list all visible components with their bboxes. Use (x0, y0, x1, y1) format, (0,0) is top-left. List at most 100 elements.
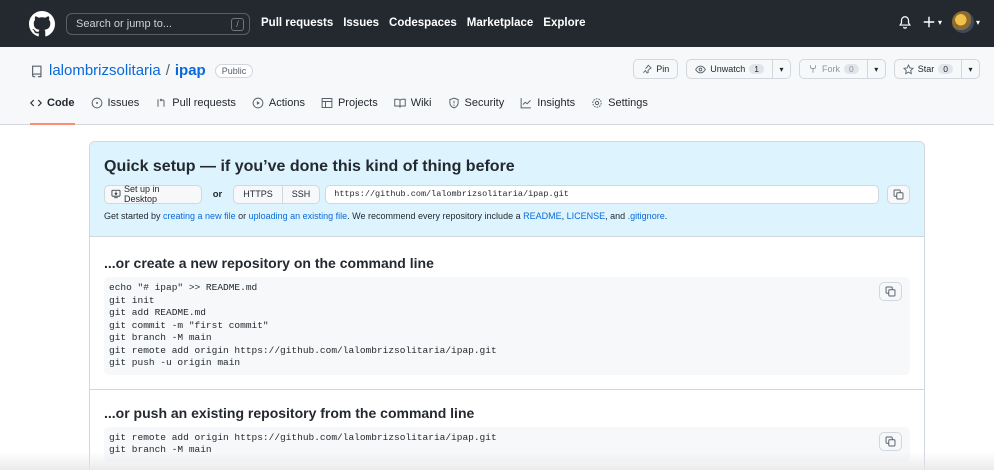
pin-button-body: Pin (634, 60, 677, 78)
new-repo-title: ...or create a new repository on the com… (104, 255, 434, 271)
ssh-button[interactable]: SSH (281, 184, 321, 204)
repo-header: lalombrizsolitaria / ipap Public Pin Unw… (0, 47, 994, 125)
tab-pull-requests[interactable]: Pull requests (155, 95, 236, 125)
setup-in-desktop-button[interactable]: Set up in Desktop (104, 184, 202, 204)
shield-icon (448, 97, 459, 109)
top-nav-codespaces[interactable]: Codespaces (389, 17, 457, 29)
unwatch-label: Unwatch (710, 64, 746, 74)
caret-down-icon[interactable]: ▾ (866, 60, 885, 78)
copy-push-commands-button[interactable] (879, 431, 902, 451)
bell-icon[interactable] (898, 15, 912, 29)
tab-issues[interactable]: Issues (91, 95, 140, 125)
star-label: Star (917, 64, 935, 74)
tab-label: Settings (608, 97, 648, 109)
readme-link[interactable]: README (523, 211, 562, 221)
code-line: git push -u origin main (109, 357, 241, 368)
upload-file-link[interactable]: uploading an existing file (249, 211, 348, 221)
pin-icon (643, 64, 653, 74)
plus-icon (923, 16, 935, 28)
tab-projects[interactable]: Projects (321, 95, 378, 125)
hint-text: or (235, 211, 249, 221)
protocol-toggle: HTTPS SSH (233, 184, 321, 204)
https-button[interactable]: HTTPS (233, 184, 282, 204)
graph-icon (520, 98, 532, 109)
tab-label: Insights (537, 97, 576, 109)
fork-count: 0 (844, 64, 859, 74)
repo-tabs: Code Issues Pull requests Actions Projec… (30, 95, 648, 125)
clone-url-input[interactable] (325, 184, 880, 204)
clone-row: Set up in Desktop or HTTPS SSH (104, 184, 910, 204)
top-nav-issues[interactable]: Issues (343, 17, 379, 29)
hint-text: . We recommend every repository include … (347, 211, 524, 221)
star-icon (902, 63, 914, 74)
eye-icon (695, 65, 707, 73)
tab-label: Projects (337, 97, 378, 109)
hint-text: , and (605, 211, 628, 221)
caret-down-icon[interactable]: ▾ (961, 60, 979, 78)
create-new-menu[interactable]: ▾ (922, 15, 942, 29)
tab-code[interactable]: Code (30, 95, 75, 125)
code-line: git commit -m "first commit" (109, 319, 269, 331)
repo-owner-link[interactable]: lalombrizsolitaria (49, 62, 161, 79)
unwatch-button[interactable]: Unwatch 1 ▾ (686, 59, 792, 79)
tab-insights[interactable]: Insights (520, 95, 575, 125)
star-count: 0 (938, 64, 953, 74)
hint-text: . (664, 211, 668, 221)
tab-settings[interactable]: Settings (591, 95, 648, 125)
table-icon (321, 98, 333, 108)
tab-wiki[interactable]: Wiki (393, 95, 432, 125)
copy-url-button[interactable] (887, 184, 910, 204)
top-nav-marketplace[interactable]: Marketplace (467, 17, 533, 29)
repo-actions: Pin Unwatch 1 ▾ Fork 0 ▾ Star 0 ▾ (633, 59, 980, 79)
repo-separator: / (165, 62, 170, 79)
create-new-file-link[interactable]: creating a new file (163, 211, 236, 221)
user-menu[interactable]: ▾ (951, 11, 980, 33)
fork-button-body: Fork 0 (800, 60, 867, 78)
top-nav: Pull requests Issues Codespaces Marketpl… (261, 17, 585, 29)
push-existing-section: ...or push an existing repository from t… (90, 388, 924, 462)
bottom-fade (0, 452, 994, 470)
new-repo-section: ...or create a new repository on the com… (90, 237, 924, 375)
code-line: git branch -M main (109, 332, 212, 343)
tab-label: Issues (107, 97, 140, 109)
quick-setup-panel: Quick setup — if you’ve done this kind o… (90, 142, 924, 237)
license-link[interactable]: LICENSE (567, 211, 606, 221)
tab-label: Code (47, 97, 75, 109)
copy-icon (885, 286, 896, 297)
caret-down-icon: ▾ (937, 17, 942, 27)
star-button[interactable]: Star 0 ▾ (893, 59, 980, 79)
copy-icon (885, 436, 896, 446)
gear-icon (592, 98, 602, 108)
fork-button[interactable]: Fork 0 ▾ (799, 59, 886, 79)
caret-down-icon[interactable]: ▾ (772, 60, 790, 78)
header-actions: ▾ ▾ (898, 11, 980, 33)
pin-button[interactable]: Pin (633, 59, 679, 79)
top-nav-pull-requests[interactable]: Pull requests (261, 17, 333, 29)
code-line: echo "# ipap" >> README.md (109, 282, 258, 293)
watch-count: 1 (749, 64, 765, 74)
tab-security[interactable]: Security (448, 95, 504, 125)
fork-icon (810, 65, 816, 73)
unwatch-button-body: Unwatch 1 (687, 60, 772, 78)
search-placeholder: Search or jump to... (76, 18, 172, 30)
gitignore-link[interactable]: .gitignore (628, 211, 665, 221)
setup-hint: Get started by creating a new file or up… (104, 211, 910, 221)
star-button-body: Star 0 (895, 60, 961, 78)
tab-actions[interactable]: Actions (252, 95, 305, 125)
top-nav-explore[interactable]: Explore (543, 17, 585, 29)
github-logo-icon[interactable] (29, 11, 55, 37)
code-icon (30, 99, 42, 107)
code-line: git remote add origin https://github.com… (109, 431, 497, 443)
repo-icon (32, 65, 42, 77)
avatar (951, 11, 974, 33)
quick-setup-box: Quick setup — if you’ve done this kind o… (89, 141, 925, 470)
slash-shortcut-key: / (231, 18, 244, 31)
play-icon (252, 97, 264, 109)
tab-label: Actions (268, 97, 305, 109)
copy-new-repo-commands-button[interactable] (879, 282, 902, 301)
repo-name-link[interactable]: ipap (175, 62, 206, 79)
search-input[interactable]: Search or jump to... / (66, 13, 250, 35)
new-repo-code-block[interactable]: echo "# ipap" >> README.md git init git … (104, 277, 910, 375)
visibility-badge: Public (214, 63, 254, 78)
code-line: git add README.md (109, 307, 206, 318)
